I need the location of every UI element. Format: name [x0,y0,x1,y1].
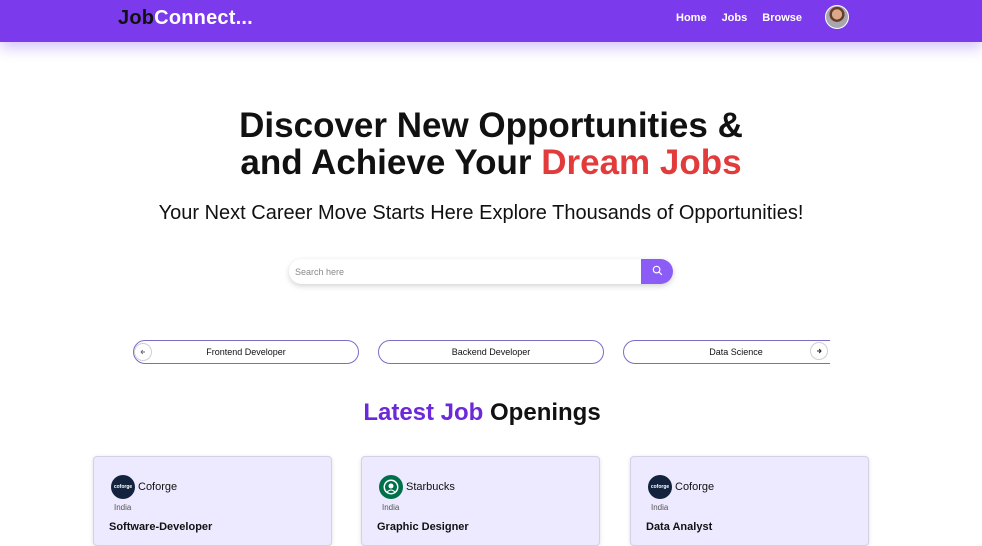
job-location: India [382,503,400,512]
brand-part-connect: Connect... [154,7,253,29]
arrow-left-icon [139,343,147,361]
hero-title: Discover New Opportunities & and Achieve… [0,107,982,181]
hero-title-line2: and Achieve Your Dream Jobs [0,144,982,181]
job-card[interactable]: coforge Coforge India Data Analyst [630,456,869,546]
carousel-prev-button[interactable] [134,343,152,361]
brand-logo[interactable]: JobConnect... [118,7,253,30]
job-company: Coforge [138,481,178,493]
brand-part-job: Job [118,7,155,29]
hero-title-line1: Discover New Opportunities & [239,106,743,145]
search-input[interactable] [289,259,641,284]
job-title: Graphic Designer [377,521,469,533]
hero-subtitle: Your Next Career Move Starts Here Explor… [158,202,804,224]
search-icon [652,263,663,281]
category-frontend-developer[interactable]: Frontend Developer [133,340,359,364]
category-backend-developer[interactable]: Backend Developer [378,340,604,364]
job-card[interactable]: Starbucks India Graphic Designer [361,456,600,546]
nav-links: Home Jobs Browse [676,12,817,24]
job-location: India [651,503,669,512]
section-title-rest: Openings [483,399,601,426]
search-bar [289,259,673,284]
hero-title-line2-prefix: and Achieve Your [240,143,542,182]
nav-link-home[interactable]: Home [676,12,707,24]
nav-link-jobs[interactable]: Jobs [722,12,748,24]
arrow-right-icon [815,342,823,360]
job-card[interactable]: coforge Coforge India Software-Developer [93,456,332,546]
section-title-accent: Latest Job [363,399,484,426]
category-data-science[interactable]: Data Science [623,340,830,364]
job-location: India [114,503,132,512]
job-company: Coforge [675,481,715,493]
navbar: JobConnect... Home Jobs Browse [0,0,982,42]
nav-link-browse[interactable]: Browse [762,12,802,24]
carousel-next-button[interactable] [810,342,828,360]
job-title: Data Analyst [646,521,713,533]
hero-title-accent: Dream Jobs [541,143,742,182]
user-avatar[interactable] [825,5,849,29]
job-company: Starbucks [406,481,455,493]
search-button[interactable] [641,259,673,284]
coforge-logo: coforge [111,475,135,499]
coforge-logo: coforge [648,475,672,499]
job-title: Software-Developer [109,521,213,533]
category-clip: Data Science [623,338,830,366]
section-title: Latest Job Openings [0,399,964,427]
starbucks-logo [379,475,403,499]
